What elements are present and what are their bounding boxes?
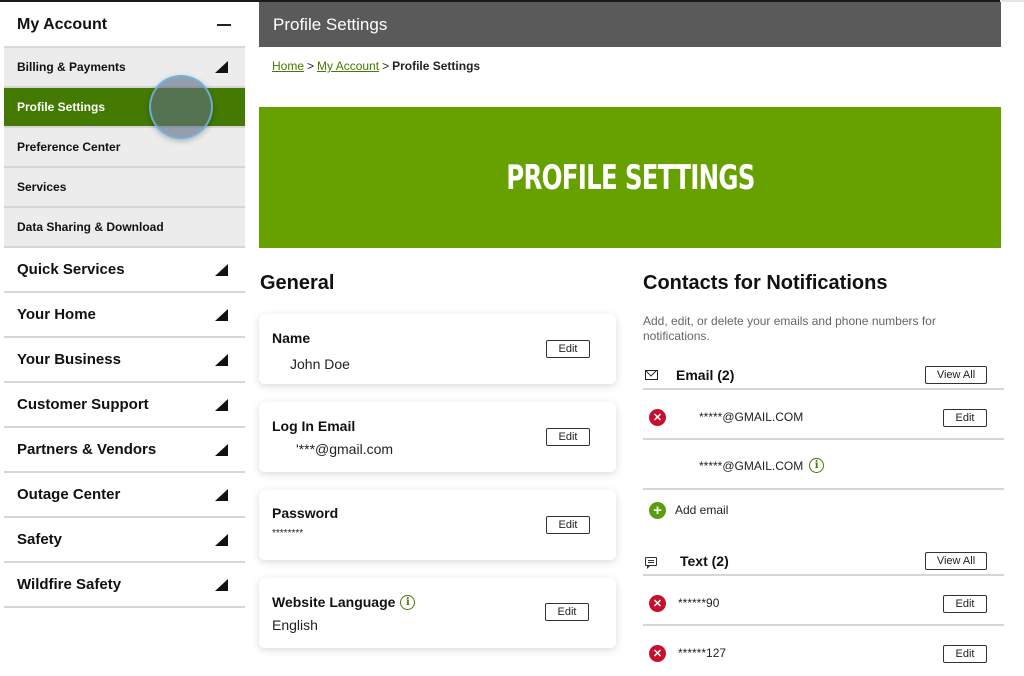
sidebar-item-customer-support[interactable]: Customer Support: [4, 383, 245, 428]
text-view-all-button[interactable]: View All: [925, 552, 987, 570]
text-section-label: Text (2): [680, 553, 729, 569]
edit-website-language-button[interactable]: Edit: [545, 603, 589, 621]
sidebar-item-profile-settings[interactable]: Profile Settings: [4, 88, 245, 128]
name-label: Name: [272, 330, 311, 346]
page-header-title: Profile Settings: [273, 14, 388, 34]
info-icon[interactable]: i: [400, 594, 416, 610]
website-language-card: Website Language i English Edit: [259, 578, 616, 648]
info-icon[interactable]: i: [809, 458, 825, 473]
breadcrumb-home-link[interactable]: Home: [272, 59, 304, 73]
card-label: Website Language i: [272, 594, 416, 610]
edit-email-button[interactable]: Edit: [943, 409, 987, 427]
sidebar-item-safety[interactable]: Safety: [4, 518, 245, 563]
sidebar-item-wildfire-safety[interactable]: Wildfire Safety: [4, 563, 245, 608]
sidebar-item-label: Partners & Vendors: [17, 441, 157, 458]
sidebar-header-label: My Account: [17, 15, 108, 33]
contacts-description: Add, edit, or delete your emails and pho…: [643, 314, 936, 343]
edit-login-email-button[interactable]: Edit: [546, 428, 590, 446]
sidebar-item-billing-payments[interactable]: Billing & Payments: [4, 48, 245, 88]
sidebar-item-label: Quick Services: [17, 261, 125, 278]
password-label: Password: [272, 505, 339, 521]
email-value: *****@GMAIL.COM: [699, 458, 804, 473]
sidebar-item-label: Data Sharing & Download: [17, 220, 164, 234]
name-card: Name John Doe Edit: [259, 314, 616, 384]
email-value-wrap: *****@GMAIL.COM i: [699, 458, 825, 473]
message-icon: [645, 556, 657, 569]
sidebar-item-your-home[interactable]: Your Home: [4, 293, 245, 338]
card-label: Name: [272, 330, 310, 346]
edit-password-button[interactable]: Edit: [546, 516, 590, 534]
email-row: ✕ *****@GMAIL.COM Edit: [643, 392, 1004, 440]
edit-text-button[interactable]: Edit: [943, 595, 987, 613]
expand-arrow-icon: [215, 398, 228, 411]
edit-text-button[interactable]: Edit: [943, 645, 987, 663]
add-email-row[interactable]: + Add email: [643, 492, 1004, 528]
sidebar-header-my-account[interactable]: My Account: [4, 3, 245, 48]
sidebar-item-label: Preference Center: [17, 140, 121, 154]
sidebar-item-partners-vendors[interactable]: Partners & Vendors: [4, 428, 245, 473]
text-row: ✕ ******90 Edit: [643, 578, 1004, 626]
email-section-label: Email (2): [676, 367, 735, 383]
expand-arrow-icon: [215, 533, 228, 546]
edit-name-button[interactable]: Edit: [546, 340, 590, 358]
sidebar-item-data-sharing[interactable]: Data Sharing & Download: [4, 208, 245, 248]
sidebar-item-label: Services: [17, 180, 67, 194]
expand-arrow-icon: [215, 263, 228, 276]
sidebar-item-label: Customer Support: [17, 396, 149, 413]
expand-arrow-icon: [215, 443, 228, 456]
email-view-all-button[interactable]: View All: [925, 366, 987, 384]
contacts-section-title: Contacts for Notifications: [643, 272, 888, 294]
breadcrumb-current: Profile Settings: [392, 59, 481, 73]
sidebar-item-your-business[interactable]: Your Business: [4, 338, 245, 383]
expand-arrow-icon: [215, 308, 228, 321]
sidebar-item-label: Outage Center: [17, 486, 121, 503]
page-header-bar: Profile Settings: [259, 2, 1001, 47]
text-section-header: Text (2) View All: [643, 548, 1004, 576]
minus-icon[interactable]: [217, 23, 231, 26]
card-label: Log In Email: [272, 418, 355, 434]
email-row: *****@GMAIL.COM i: [643, 442, 1004, 490]
delete-icon[interactable]: ✕: [649, 595, 666, 612]
sidebar-item-outage-center[interactable]: Outage Center: [4, 473, 245, 518]
sidebar-item-preference-center[interactable]: Preference Center: [4, 128, 245, 168]
envelope-icon: [645, 370, 658, 380]
sidebar-item-label: Safety: [17, 531, 63, 548]
breadcrumb-separator: >: [382, 59, 390, 73]
delete-icon[interactable]: ✕: [649, 645, 666, 662]
website-language-label: Website Language: [272, 594, 396, 610]
sidebar-item-label: Your Home: [17, 306, 96, 323]
email-value: *****@GMAIL.COM: [699, 410, 804, 424]
sidebar-item-label: Profile Settings: [17, 100, 106, 114]
sidebar-item-label: Your Business: [17, 351, 121, 368]
expand-arrow-icon: [215, 488, 228, 501]
breadcrumb: Home > My Account > Profile Settings: [272, 59, 480, 73]
phone-value: ******90: [678, 596, 720, 610]
hero-title: PROFILE SETTINGS: [505, 157, 755, 198]
card-label: Password: [272, 505, 338, 521]
sidebar-item-services[interactable]: Services: [4, 168, 245, 208]
login-email-label: Log In Email: [272, 418, 356, 434]
login-email-card: Log In Email '***@gmail.com Edit: [259, 402, 616, 472]
delete-icon[interactable]: ✕: [649, 409, 666, 426]
password-value: ********: [272, 528, 304, 539]
expand-arrow-icon: [215, 61, 228, 73]
sidebar-item-label: Wildfire Safety: [17, 576, 122, 593]
expand-arrow-icon: [215, 353, 228, 366]
add-icon[interactable]: +: [649, 502, 666, 519]
website-language-value: English: [272, 617, 318, 633]
phone-value: ******127: [678, 646, 727, 660]
password-card: Password ******** Edit: [259, 490, 616, 560]
sidebar-item-quick-services[interactable]: Quick Services: [4, 248, 245, 293]
sidebar-nav: My Account Billing & Payments Profile Se…: [4, 3, 245, 608]
breadcrumb-separator: >: [307, 59, 315, 73]
add-email-label[interactable]: Add email: [675, 503, 728, 517]
breadcrumb-my-account-link[interactable]: My Account: [317, 59, 379, 73]
expand-arrow-icon: [215, 578, 228, 591]
login-email-value: '***@gmail.com: [296, 441, 394, 457]
email-section-header: Email (2) View All: [643, 362, 1004, 390]
name-value: John Doe: [290, 356, 350, 372]
sidebar-item-label: Billing & Payments: [17, 60, 126, 74]
general-section-title: General: [260, 272, 335, 294]
hero-banner: PROFILE SETTINGS: [259, 107, 1001, 248]
